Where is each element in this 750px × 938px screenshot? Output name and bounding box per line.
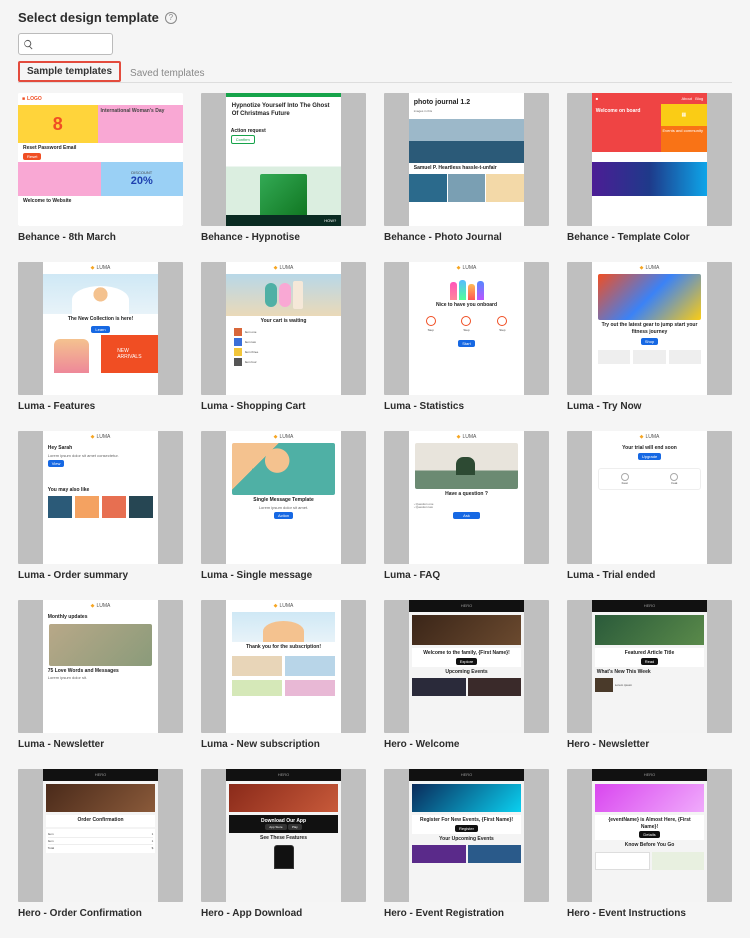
template-card[interactable]: LUMA Monthly updates 75 Love Words and M… <box>18 600 183 751</box>
thumb-text: Reset Password Email <box>23 145 178 152</box>
template-card[interactable]: LUMA Your trial will end soonUpgrade Fea… <box>567 431 732 582</box>
template-label: Hero - App Download <box>201 908 366 920</box>
template-card[interactable]: LUMA Your cart is waiting Item one Item … <box>201 262 366 413</box>
tab-saved-templates[interactable]: Saved templates <box>121 63 214 83</box>
template-card[interactable]: HERO Featured Article TitleRead What's N… <box>567 600 732 751</box>
thumb-text: Welcome on board <box>596 108 641 114</box>
template-card[interactable]: HERO Register For New Events, {First Nam… <box>384 769 549 920</box>
template-label: Hero - Event Instructions <box>567 908 732 920</box>
thumb-text: Featured Article Title <box>600 650 700 657</box>
template-label: Hero - Newsletter <box>567 739 732 751</box>
template-label: Hero - Welcome <box>384 739 549 751</box>
thumb-text: See These Features <box>231 835 337 842</box>
template-card[interactable]: HERO {eventName} is Almost Here, {First … <box>567 769 732 920</box>
thumb-text: Single Message Template <box>231 497 337 504</box>
template-label: Luma - Try Now <box>567 401 732 413</box>
template-label: Luma - FAQ <box>384 570 549 582</box>
template-label: Hero - Order Confirmation <box>18 908 183 920</box>
template-card[interactable]: LUMA Have a question ? › Question one› Q… <box>384 431 549 582</box>
template-label: Luma - New subscription <box>201 739 366 751</box>
template-card[interactable]: LUMA Try out the latest gear to jump sta… <box>567 262 732 413</box>
template-card[interactable]: HERO Order Confirmation Item1 Item1 Tota… <box>18 769 183 920</box>
tabs: Sample templates Saved templates <box>18 61 732 83</box>
thumb-text: 20% <box>131 175 153 187</box>
template-card[interactable]: LUMA The New Collection is here!Learn NE… <box>18 262 183 413</box>
page-title: Select design template <box>18 10 159 25</box>
thumb-text: Your Upcoming Events <box>414 836 520 843</box>
thumb-text: Have a question ? <box>414 491 520 498</box>
thumb-text: Hey Sarah <box>48 445 154 452</box>
thumb-logo: LOGO <box>27 96 42 102</box>
template-label: Behance - Photo Journal <box>384 232 549 244</box>
template-label: Luma - Single message <box>201 570 366 582</box>
thumb-text: The New Collection is here! <box>48 316 154 323</box>
thumb-text: Your trial will end soon <box>597 445 703 452</box>
thumb-text: Welcome to Website <box>23 198 178 205</box>
thumb-text: Events and community <box>661 126 708 152</box>
search-icon <box>23 39 34 50</box>
template-card[interactable]: HERO Welcome to the family, {First Name}… <box>384 600 549 751</box>
template-card[interactable]: HERO Download Our App App Store Play See… <box>201 769 366 920</box>
template-label: Hero - Event Registration <box>384 908 549 920</box>
thumb-text: Register For New Events, {First Name}! <box>417 817 517 824</box>
template-card[interactable]: photo journal 1.2images in this Samuel P… <box>384 93 549 244</box>
search-input[interactable] <box>37 39 97 50</box>
template-card[interactable]: LUMA Thank you for the subscription! Lum… <box>201 600 366 751</box>
template-label: Luma - Newsletter <box>18 739 183 751</box>
thumb-text: Order Confirmation <box>51 817 151 824</box>
template-label: Luma - Statistics <box>384 401 549 413</box>
thumb-text: Your cart is waiting <box>231 318 337 325</box>
thumb-text: Hypnotize Yourself Into The Ghost Of Chr… <box>232 103 336 119</box>
template-card[interactable]: Hypnotize Yourself Into The Ghost Of Chr… <box>201 93 366 244</box>
template-card[interactable]: ■LOGO 8 International Woman's Day Reset … <box>18 93 183 244</box>
template-card[interactable]: ■About Blog Welcome on board ▦ Events an… <box>567 93 732 244</box>
templates-grid: ■LOGO 8 International Woman's Day Reset … <box>18 93 732 920</box>
thumb-text: Try out the latest gear to jump start yo… <box>597 322 703 335</box>
thumb-text: Upcoming Events <box>414 669 520 676</box>
thumb-text: Samuel P. Heartless hassle-t-unfair <box>414 165 520 172</box>
thumb-text: Monthly updates <box>48 614 154 621</box>
thumb-text: Nice to have you onboard <box>414 302 520 309</box>
template-card[interactable]: LUMA Hey SarahLorem ipsum dolor sit amet… <box>18 431 183 582</box>
thumb-text: You may also like <box>48 487 154 494</box>
template-label: Luma - Trial ended <box>567 570 732 582</box>
thumb-text: Thank you for the subscription! <box>231 644 337 651</box>
thumb-text: Know Before You Go <box>597 842 703 849</box>
template-label: Behance - Template Color <box>567 232 732 244</box>
thumb-text: What's New This Week <box>597 669 703 676</box>
template-card[interactable]: LUMA Nice to have you onboard Step Step … <box>384 262 549 413</box>
template-label: Luma - Order summary <box>18 570 183 582</box>
help-icon[interactable]: ? <box>165 12 177 24</box>
thumb-text: Welcome to the family, {First Name}! <box>417 650 517 657</box>
thumb-text: HOW? <box>226 215 342 226</box>
search-input-wrap[interactable] <box>18 33 113 55</box>
template-label: Luma - Features <box>18 401 183 413</box>
thumb-text: International Woman's Day <box>101 108 165 114</box>
template-label: Behance - Hypnotise <box>201 232 366 244</box>
thumb-text: Action request <box>231 128 337 135</box>
template-card[interactable]: LUMA Single Message TemplateLorem ipsum … <box>201 431 366 582</box>
thumb-text: photo journal 1.2 <box>414 98 520 107</box>
thumb-text: 75 Love Words and Messages <box>48 668 154 675</box>
template-label: Behance - 8th March <box>18 232 183 244</box>
template-label: Luma - Shopping Cart <box>201 401 366 413</box>
thumb-text: {eventName} is Almost Here, {First Name}… <box>600 817 700 830</box>
tab-sample-templates[interactable]: Sample templates <box>18 61 121 82</box>
